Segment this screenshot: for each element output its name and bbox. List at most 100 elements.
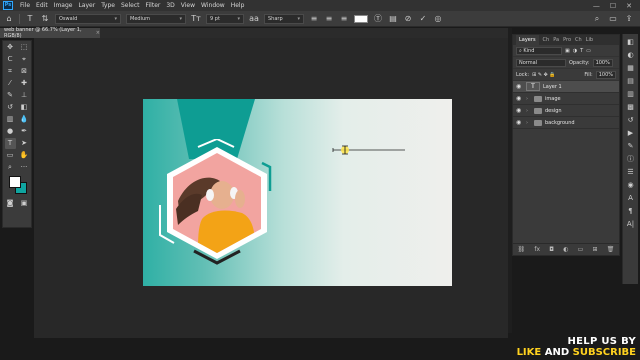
zoom-tool-icon[interactable]: ⌕ — [5, 162, 16, 173]
character-icon[interactable]: A| — [626, 219, 636, 229]
healing-tool-icon[interactable]: ✚ — [19, 78, 30, 89]
new-group-icon[interactable]: ▭ — [578, 246, 584, 253]
menu-help[interactable]: Help — [228, 2, 248, 9]
opacity-field[interactable]: 100% — [592, 58, 613, 67]
pen-tool-icon[interactable]: ✒ — [19, 126, 30, 137]
lock-icon[interactable]: ⊞ ✎ ✥ 🔒 — [532, 72, 556, 78]
document-tab[interactable]: web banner @ 66.7% (Layer 1, RGB/8) × — [0, 27, 100, 39]
align-right-icon[interactable]: ≡ — [339, 14, 349, 24]
warp-text-icon[interactable]: Ⓣ — [373, 14, 383, 24]
gradient-tool-icon[interactable]: ▥ — [5, 114, 16, 125]
search-icon[interactable]: ⌕ — [592, 14, 602, 24]
glyphs-icon[interactable]: A — [626, 193, 636, 203]
swatches-icon[interactable]: ▤ — [626, 76, 636, 86]
commit-icon[interactable]: ✓ — [418, 14, 428, 24]
filter-shape-icon[interactable]: ▭ — [586, 48, 591, 54]
filter-pixel-icon[interactable]: ▣ — [565, 48, 570, 54]
fill-field[interactable]: 100% — [595, 70, 616, 79]
quick-select-tool-icon[interactable]: ⌖ — [19, 54, 30, 65]
move-tool-icon[interactable]: ✥ — [5, 42, 16, 53]
text-color-swatch[interactable] — [354, 14, 368, 23]
eye-icon[interactable]: ◉ — [516, 107, 523, 114]
eye-icon[interactable]: ◉ — [516, 83, 523, 90]
eraser-tool-icon[interactable]: ◧ — [19, 102, 30, 113]
filter-adjust-icon[interactable]: ◑ — [573, 48, 577, 54]
brush-tool-icon[interactable]: ✎ — [5, 90, 16, 101]
blend-mode-select[interactable]: Normal — [516, 58, 566, 67]
add-mask-icon[interactable]: ◘ — [549, 246, 554, 253]
workspace-icon[interactable]: ▭ — [608, 14, 618, 24]
close-tab-icon[interactable]: × — [96, 30, 100, 36]
brushes-icon[interactable]: ✎ — [626, 141, 636, 151]
marquee-tool-icon[interactable]: ⬚ — [19, 42, 30, 53]
actions-icon[interactable]: ▶ — [626, 128, 636, 138]
layer-kind-filter[interactable]: ⌕ Kind — [516, 46, 562, 55]
type-tool-icon[interactable]: T — [25, 14, 35, 24]
menu-filter[interactable]: Filter — [143, 2, 164, 9]
eye-icon[interactable]: ◉ — [516, 119, 523, 126]
delete-layer-icon[interactable]: 🗑 — [607, 246, 615, 253]
close-window-button[interactable]: ✕ — [626, 2, 632, 10]
crop-tool-icon[interactable]: ⌗ — [5, 66, 16, 77]
new-layer-icon[interactable]: ⊞ — [593, 246, 598, 253]
document-canvas[interactable] — [143, 99, 452, 286]
path-select-tool-icon[interactable]: ➤ — [19, 138, 30, 149]
patterns-icon[interactable]: ▩ — [626, 102, 636, 112]
menu-3d[interactable]: 3D — [163, 2, 177, 9]
menu-window[interactable]: Window — [198, 2, 228, 9]
font-size-select[interactable]: 9 pt ▾ — [206, 13, 244, 24]
adjustment-layer-icon[interactable]: ◐ — [563, 246, 568, 253]
history-icon[interactable]: ↺ — [626, 115, 636, 125]
layer-row[interactable]: ◉ › design — [513, 105, 619, 117]
tab-libraries[interactable]: Lib — [586, 37, 593, 43]
chevron-right-icon[interactable]: › — [526, 108, 531, 114]
layer-row[interactable]: ◉ › background — [513, 117, 619, 129]
menu-file[interactable]: File — [17, 2, 33, 9]
cancel-icon[interactable]: ⊘ — [403, 14, 413, 24]
paragraph-icon[interactable]: ¶ — [626, 206, 636, 216]
layer-row[interactable]: ◉ T Layer 1 — [513, 81, 619, 93]
color-icon[interactable]: ◉ — [626, 180, 636, 190]
hand-tool-icon[interactable]: ✋ — [19, 150, 30, 161]
align-left-icon[interactable]: ≡ — [309, 14, 319, 24]
share-icon[interactable]: ⇪ — [624, 14, 634, 24]
eyedropper-tool-icon[interactable]: ⁄ — [5, 78, 16, 89]
link-layers-icon[interactable]: ⛓ — [518, 246, 526, 253]
home-icon[interactable]: ⌂ — [4, 14, 14, 24]
menu-view[interactable]: View — [178, 2, 198, 9]
antialias-select[interactable]: Sharp ▾ — [264, 13, 304, 24]
tab-paths[interactable]: Pa — [553, 37, 559, 43]
stamp-tool-icon[interactable]: ⊥ — [19, 90, 30, 101]
font-style-select[interactable]: Medium ▾ — [126, 13, 186, 24]
lasso-tool-icon[interactable]: ᑕ — [5, 54, 16, 65]
filter-type-icon[interactable]: T — [580, 48, 583, 54]
shape-tool-icon[interactable]: ▭ — [5, 150, 16, 161]
eye-icon[interactable]: ◉ — [516, 95, 523, 102]
maximize-button[interactable]: ☐ — [610, 2, 616, 10]
font-family-select[interactable]: Oswald ▾ — [55, 13, 121, 24]
quick-mask-icon[interactable]: ◙ — [5, 198, 16, 209]
history-brush-icon[interactable]: ↺ — [5, 102, 16, 113]
gradients-icon[interactable]: ▥ — [626, 89, 636, 99]
menu-type[interactable]: Type — [98, 2, 118, 9]
text-orientation-icon[interactable]: ⇅ — [40, 14, 50, 24]
more-tools-icon[interactable]: ··· — [19, 162, 30, 173]
menu-edit[interactable]: Edit — [33, 2, 51, 9]
frame-tool-icon[interactable]: ⊠ — [19, 66, 30, 77]
dodge-tool-icon[interactable]: ● — [5, 126, 16, 137]
menu-image[interactable]: Image — [51, 2, 76, 9]
styles-icon[interactable]: ▦ — [626, 63, 636, 73]
blur-tool-icon[interactable]: 💧 — [19, 114, 30, 125]
libraries-icon[interactable]: ◧ — [626, 37, 636, 47]
tab-layers[interactable]: Layers — [516, 35, 539, 45]
chevron-right-icon[interactable]: › — [526, 120, 531, 126]
3d-icon[interactable]: ◎ — [433, 14, 443, 24]
tab-character[interactable]: Ch — [575, 37, 582, 43]
properties-icon[interactable]: ☰ — [626, 167, 636, 177]
chevron-right-icon[interactable]: › — [526, 96, 531, 102]
screen-mode-icon[interactable]: ▣ — [19, 198, 30, 209]
minimize-button[interactable]: — — [593, 2, 600, 10]
layer-style-icon[interactable]: fx — [534, 246, 540, 253]
menu-select[interactable]: Select — [118, 2, 143, 9]
menu-layer[interactable]: Layer — [75, 2, 98, 9]
